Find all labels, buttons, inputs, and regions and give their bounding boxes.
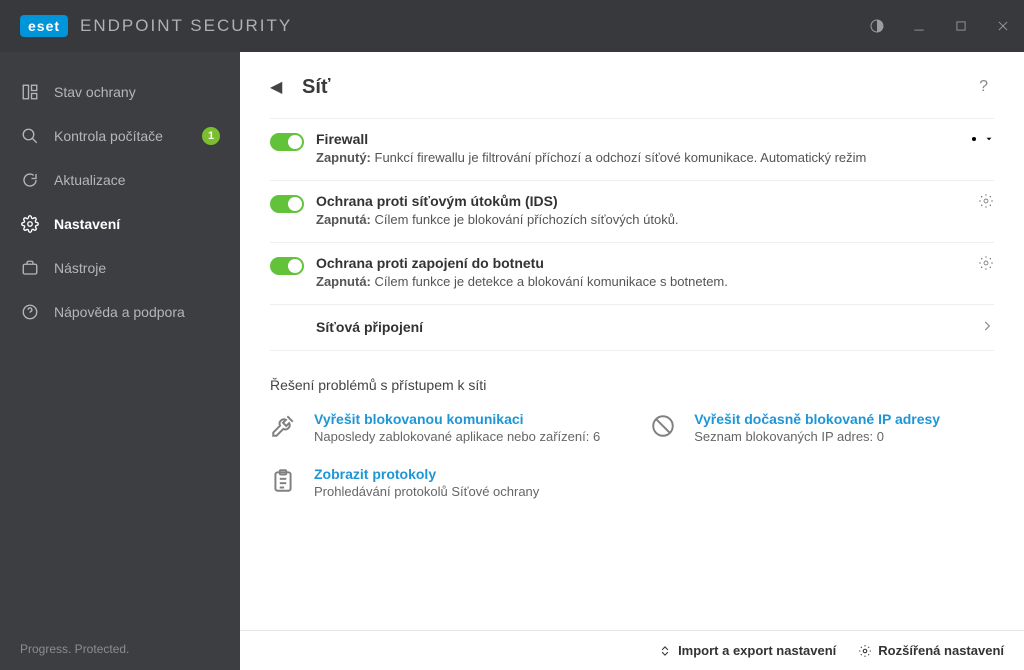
page-help-button[interactable]: ? [973, 74, 994, 100]
row-title: Firewall [316, 131, 958, 147]
sidebar-item-settings[interactable]: Nastavení [0, 202, 240, 246]
chevron-down-icon [984, 134, 994, 144]
sidebar-item-scan[interactable]: Kontrola počítače 1 [0, 114, 240, 158]
contrast-icon[interactable] [856, 0, 898, 52]
help-icon [20, 303, 40, 321]
sidebar-item-help[interactable]: Nápověda a podpora [0, 290, 240, 334]
bottombar: Import a export nastavení Rozšířená nast… [240, 630, 1024, 670]
gear-icon [20, 215, 40, 233]
toggle-ids[interactable] [270, 195, 304, 213]
row-title: Ochrana proti zapojení do botnetu [316, 255, 958, 271]
row-sub: Zapnutý: Funkcí firewallu je filtrování … [316, 149, 958, 168]
trouble-title: Vyřešit dočasně blokované IP adresy [694, 411, 940, 427]
trouble-title: Vyřešit blokovanou komunikaci [314, 411, 600, 427]
trouble-blocked-comm[interactable]: Vyřešit blokovanou komunikaci Naposledy … [270, 411, 600, 444]
page-title: Síť [302, 76, 330, 99]
maximize-button[interactable] [940, 0, 982, 52]
advanced-settings-link[interactable]: Rozšířená nastavení [858, 643, 1004, 658]
setting-row-ids: Ochrana proti síťovým útokům (IDS) Zapnu… [270, 181, 994, 243]
sidebar-item-status[interactable]: Stav ochrany [0, 70, 240, 114]
row-title: Ochrana proti síťovým útokům (IDS) [316, 193, 958, 209]
search-icon [20, 127, 40, 145]
toggle-firewall[interactable] [270, 133, 304, 151]
network-connections-link[interactable]: Síťová připojení [270, 305, 994, 351]
app-title: ENDPOINT SECURITY [80, 16, 292, 36]
sidebar-item-label: Nápověda a podpora [54, 304, 220, 320]
import-export-label: Import a export nastavení [678, 643, 836, 658]
back-button[interactable]: ◀ [270, 77, 292, 97]
minimize-button[interactable] [898, 0, 940, 52]
wrench-icon [270, 411, 300, 444]
link-label: Síťová připojení [316, 319, 423, 335]
sidebar: Stav ochrany Kontrola počítače 1 Aktuali… [0, 52, 240, 670]
briefcase-icon [20, 259, 40, 277]
count-badge: 1 [202, 127, 220, 145]
trouble-title: Zobrazit protokoly [314, 466, 539, 482]
close-button[interactable] [982, 0, 1024, 52]
refresh-icon [20, 171, 40, 189]
trouble-sub: Naposledy zablokované aplikace nebo zaří… [314, 429, 600, 444]
sidebar-item-label: Nastavení [54, 216, 220, 232]
setting-row-firewall: Firewall Zapnutý: Funkcí firewallu je fi… [270, 118, 994, 181]
sidebar-item-update[interactable]: Aktualizace [0, 158, 240, 202]
sidebar-item-label: Kontrola počítače [54, 128, 188, 144]
status-icon [20, 83, 40, 101]
logo: eset [20, 15, 68, 37]
trouble-blocked-ips[interactable]: Vyřešit dočasně blokované IP adresy Sezn… [650, 411, 940, 444]
sidebar-item-tools[interactable]: Nástroje [0, 246, 240, 290]
trouble-show-logs[interactable]: Zobrazit protokoly Prohledávání protokol… [270, 466, 600, 499]
titlebar: eset ENDPOINT SECURITY [0, 0, 1024, 52]
sidebar-item-label: Nástroje [54, 260, 220, 276]
sidebar-item-label: Stav ochrany [54, 84, 220, 100]
advanced-settings-label: Rozšířená nastavení [878, 643, 1004, 658]
blocked-icon [650, 411, 680, 444]
trouble-sub: Prohledávání protokolů Síťové ochrany [314, 484, 539, 499]
clipboard-icon [270, 466, 300, 499]
section-title: Řešení problémů s přístupem k síti [270, 377, 994, 393]
row-sub: Zapnutá: Cílem funkce je blokování přích… [316, 211, 958, 230]
chevron-right-icon [980, 319, 994, 336]
sidebar-footer: Progress. Protected. [0, 628, 240, 670]
import-export-link[interactable]: Import a export nastavení [658, 643, 836, 658]
setting-row-botnet: Ochrana proti zapojení do botnetu Zapnut… [270, 243, 994, 305]
gear-button[interactable] [978, 255, 994, 276]
row-sub: Zapnutá: Cílem funkce je detekce a bloko… [316, 273, 958, 292]
trouble-sub: Seznam blokovaných IP adres: 0 [694, 429, 940, 444]
gear-dropdown-button[interactable] [966, 131, 994, 147]
sidebar-item-label: Aktualizace [54, 172, 220, 188]
gear-button[interactable] [978, 193, 994, 214]
toggle-botnet[interactable] [270, 257, 304, 275]
main: ◀ Síť ? Firewall Zapnutý: Funkcí firewal… [240, 52, 1024, 670]
